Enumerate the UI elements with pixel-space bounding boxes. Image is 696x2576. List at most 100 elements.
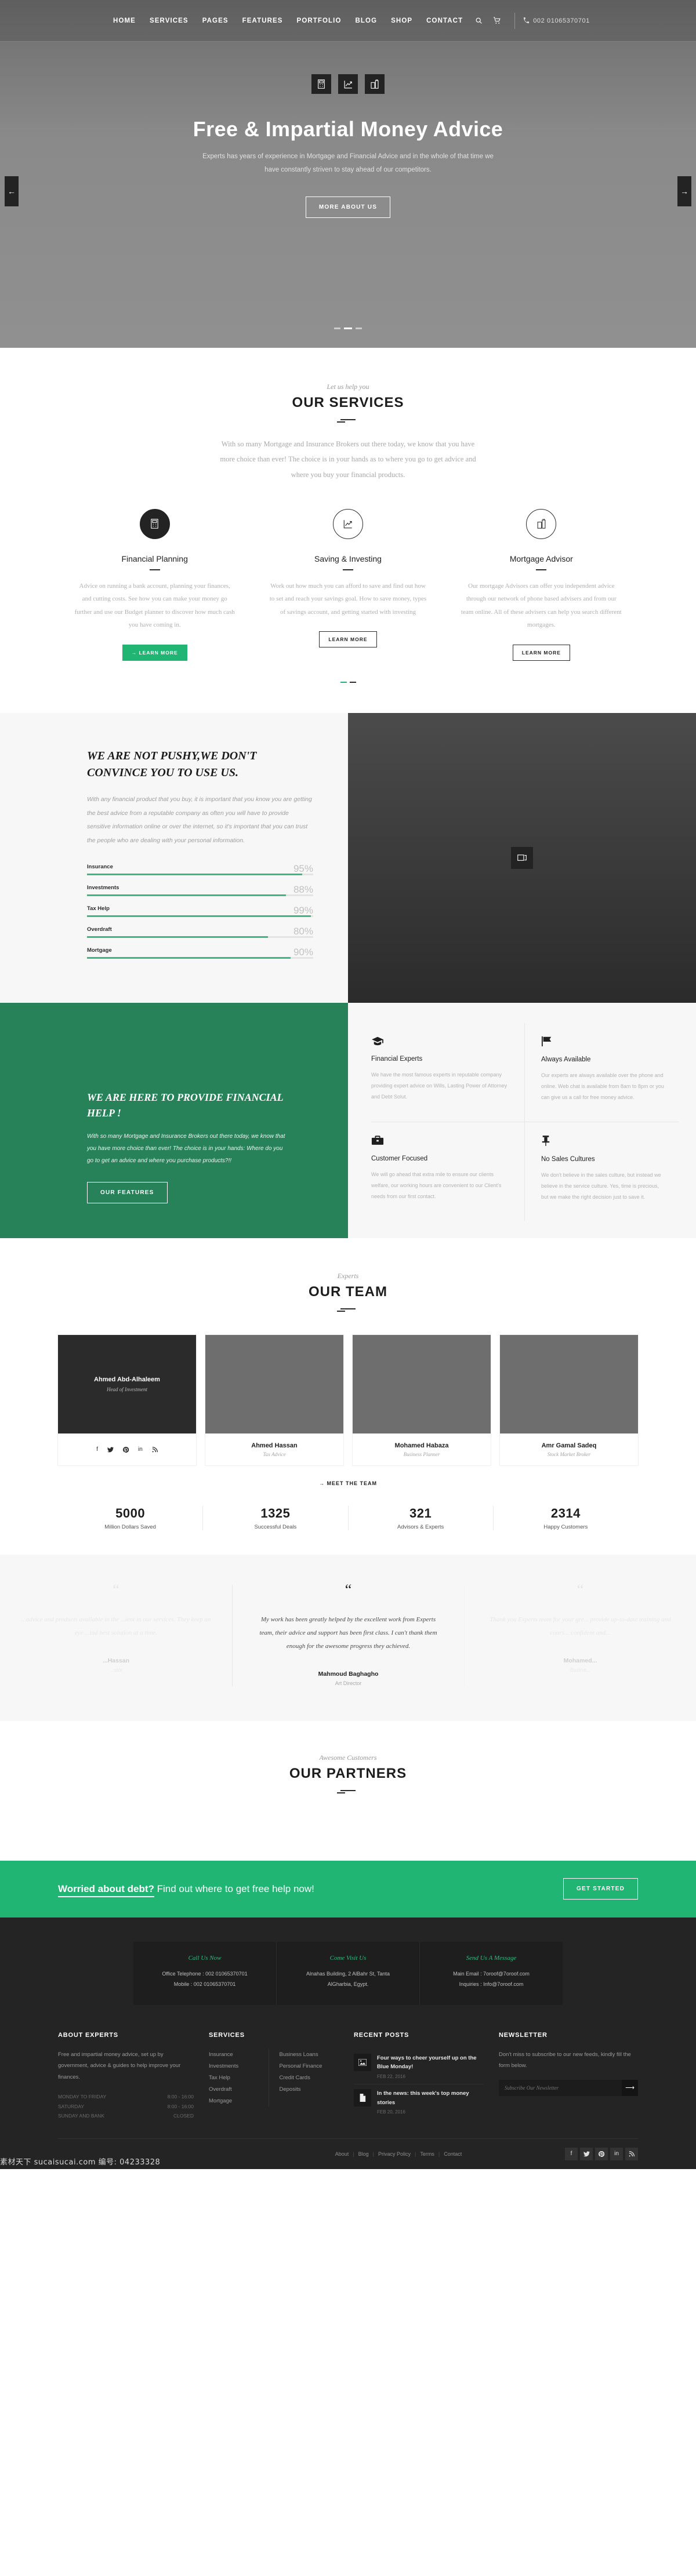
feature-name: Always Available [541,1056,591,1064]
nav-phone[interactable]: 002 01065370701 [523,17,590,24]
link-separator: | [415,2151,416,2157]
recent-post-title[interactable]: In the news: this week's top money stori… [377,2089,484,2107]
nav-item-pages[interactable]: PAGES [195,17,235,24]
footer-link-credit-cards[interactable]: Credit Cards [280,2072,339,2084]
twitter-icon[interactable] [580,2147,593,2160]
opening-hours: MONDAY TO FRIDAY 8:00 - 16:00 SATURDAY 8… [58,2092,194,2121]
newsletter-email-input[interactable] [499,2079,622,2096]
testimonial-prev[interactable]: “ ...advice and products available in th… [0,1582,232,1686]
hero-icon-row [0,74,696,94]
team-member-role: Business Planner [403,1451,440,1457]
nav-item-shop[interactable]: SHOP [384,17,419,24]
hours-time: 8:00 - 16:00 [167,2094,194,2100]
team-member-card[interactable]: Amr Gamal Sadeq Stock Market Broker [500,1335,638,1466]
rss-icon[interactable] [625,2147,638,2160]
bottom-link-blog[interactable]: Blog [358,2151,369,2157]
testimonial-next[interactable]: “ Thank you Experts team for your gre...… [464,1581,696,1686]
services-dot-1[interactable] [340,681,347,683]
growth-chart-icon [338,74,358,94]
rss-icon[interactable] [152,1446,158,1453]
team-photo: Ahmed Abd-Alhaleem Head of Investment [58,1335,196,1434]
services-eyebrow: Let us help you [327,383,369,391]
footer-link-overdraft[interactable]: Overdraft [209,2084,269,2095]
newsletter-form: ⟶ [499,2079,638,2096]
footer-link-personal-finance[interactable]: Personal Finance [280,2061,339,2072]
search-icon[interactable] [470,17,488,24]
recent-post-title[interactable]: Four ways to cheer yourself up on the Bl… [377,2054,484,2072]
services-intro: With so many Mortgage and Insurance Brok… [220,440,476,479]
bottom-link-privacy-policy[interactable]: Privacy Policy [378,2151,411,2157]
facebook-icon[interactable]: f [565,2147,578,2160]
service-card-financial-planning[interactable]: Financial Planning Advice on running a b… [58,508,251,661]
linkedin-icon[interactable]: in [138,1446,143,1453]
contact-line: Main Email : 7oroof@7oroof.com [453,1970,530,1977]
team-member-card[interactable]: Ahmed Abd-Alhaleem Head of Investment f [58,1335,196,1466]
more-about-us-button[interactable]: MORE ABOUT US [305,197,391,219]
footer-link-deposits[interactable]: Deposits [280,2084,339,2095]
nav-item-features[interactable]: FEATURES [235,17,290,24]
our-features-button[interactable]: OUR FEATURES [87,1182,168,1204]
skill-bar-investments: Investments 88% [87,885,313,897]
hours-day: SUNDAY AND BANK [58,2113,104,2119]
nav-item-contact[interactable]: CONTACT [419,17,470,24]
phone-icon [524,17,530,24]
cart-icon[interactable] [488,17,506,24]
quote-icon: “ [577,1581,584,1599]
nav-item-portfolio[interactable]: PORTFOLIO [290,17,349,24]
linkedin-icon[interactable]: in [610,2147,623,2160]
service-card-mortgage-advisor[interactable]: Mortgage Advisor Our mortgage Advisors c… [445,508,638,661]
hours-day: SATURDAY [58,2103,85,2109]
slider-dot-2[interactable] [344,328,352,329]
newsletter-submit-button[interactable]: ⟶ [622,2079,638,2096]
facebook-icon[interactable]: f [96,1446,98,1453]
document-icon [354,2089,371,2107]
pinterest-icon[interactable] [595,2147,608,2160]
feature-text: We have the most famous experts in reput… [371,1072,507,1100]
service-card-saving-investing[interactable]: Saving & Investing Work out how much you… [251,508,444,661]
footer-columns: ABOUT EXPERTS Free and impartial money a… [58,2032,638,2139]
service-name: Saving & Investing [314,554,382,563]
slider-dot-3[interactable] [356,328,362,329]
bottom-link-contact[interactable]: Contact [444,2151,462,2157]
footer-link-tax-help[interactable]: Tax Help [209,2072,269,2084]
meet-the-team-link[interactable]: → MEET THE TEAM [58,1480,638,1486]
cta-text: Worried about debt? Find out where to ge… [58,1883,314,1897]
get-started-button[interactable]: GET STARTED [563,1878,638,1900]
bottom-link-about[interactable]: About [335,2151,349,2157]
main-navigation: HOME SERVICES PAGES FEATURES PORTFOLIO B… [0,0,696,42]
flag-icon [541,1036,665,1047]
recent-post-item[interactable]: In the news: this week's top money stori… [354,2084,484,2119]
slider-prev-arrow[interactable]: ← [5,176,19,206]
recent-post-item[interactable]: Four ways to cheer yourself up on the Bl… [354,2049,484,2084]
counter-advisors-experts: 321 Advisors & Experts [349,1506,494,1531]
testimonial-role: ...stor [109,1667,123,1673]
slider-dot-1[interactable] [334,328,340,329]
contact-line: AlGharbia, Egypt. [327,1981,369,1988]
testimonial-active[interactable]: “ My work has been greatly helped by the… [232,1582,464,1686]
feature-name: No Sales Cultures [541,1155,595,1163]
footer-link-insurance[interactable]: Insurance [209,2049,269,2061]
bottom-link-terms[interactable]: Terms [420,2151,434,2157]
cta-banner: Worried about debt? Find out where to ge… [0,1860,696,1918]
partners-eyebrow: Awesome Customers [319,1753,377,1762]
team-member-card[interactable]: Mohamed Habaza Business Planner [353,1335,491,1466]
contact-line: Office Telephone : 002 01065370701 [162,1970,248,1977]
learn-more-button[interactable]: → LEARN MORE [122,644,187,661]
learn-more-button[interactable]: LEARN MORE [512,644,570,661]
nav-item-services[interactable]: SERVICES [143,17,195,24]
footer-link-business-loans[interactable]: Business Loans [280,2049,339,2061]
newsletter-text: Don't miss to subscribe to our new feeds… [499,2051,631,2069]
nav-item-home[interactable]: HOME [106,17,143,24]
hero-subtitle: Experts has years of experience in Mortg… [202,153,494,174]
twitter-icon[interactable] [107,1447,114,1453]
cta-strong: Worried about debt? [58,1883,154,1897]
services-dot-2[interactable] [349,681,356,683]
footer-link-investments[interactable]: Investments [209,2061,269,2072]
footer-link-mortgage[interactable]: Mortgage [209,2095,269,2107]
team-member-card[interactable]: Ahmed Hassan Tax Advice [205,1335,343,1466]
not-pushy-image [348,712,696,1003]
learn-more-button[interactable]: LEARN MORE [319,631,377,648]
slider-next-arrow[interactable]: → [677,176,691,206]
nav-item-blog[interactable]: BLOG [349,17,385,24]
pinterest-icon[interactable] [123,1446,129,1453]
